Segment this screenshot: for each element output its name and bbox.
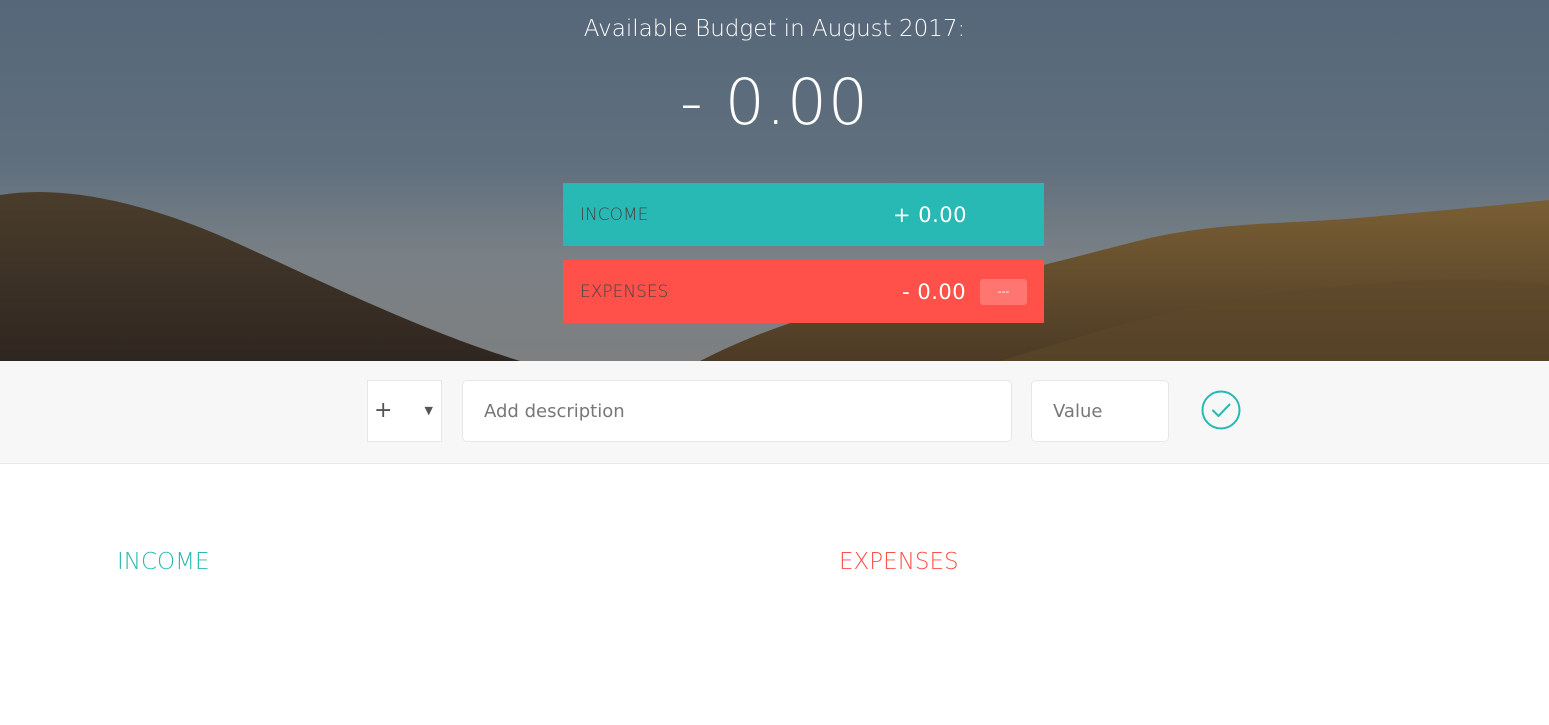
expenses-summary-value: - 0.00	[902, 279, 967, 304]
budget-header: Available Budget in August 2017: - 0.00 …	[0, 0, 1549, 361]
income-summary-value: + 0.00	[892, 202, 967, 227]
lists-section: INCOME EXPENSES	[0, 464, 1549, 725]
type-select-value: +	[374, 398, 393, 423]
budget-value: - 0.00	[679, 66, 870, 139]
check-circle-icon[interactable]	[1201, 390, 1241, 430]
expenses-summary: EXPENSES - 0.00 ---	[563, 260, 1044, 323]
value-input[interactable]	[1031, 380, 1169, 442]
dropdown-arrow-icon: ▼	[424, 404, 433, 417]
income-summary: INCOME + 0.00	[563, 183, 1044, 246]
expenses-summary-label: EXPENSES	[580, 281, 669, 302]
budget-title: Available Budget in August 2017:	[583, 16, 966, 42]
income-summary-label: INCOME	[580, 204, 649, 225]
expenses-list-title: EXPENSES	[839, 549, 959, 575]
type-select[interactable]: + ▼	[367, 380, 442, 442]
add-item-bar: + ▼	[0, 361, 1549, 464]
expenses-percentage-badge: ---	[980, 278, 1027, 305]
description-input[interactable]	[462, 380, 1012, 442]
income-list-title: INCOME	[117, 549, 210, 575]
